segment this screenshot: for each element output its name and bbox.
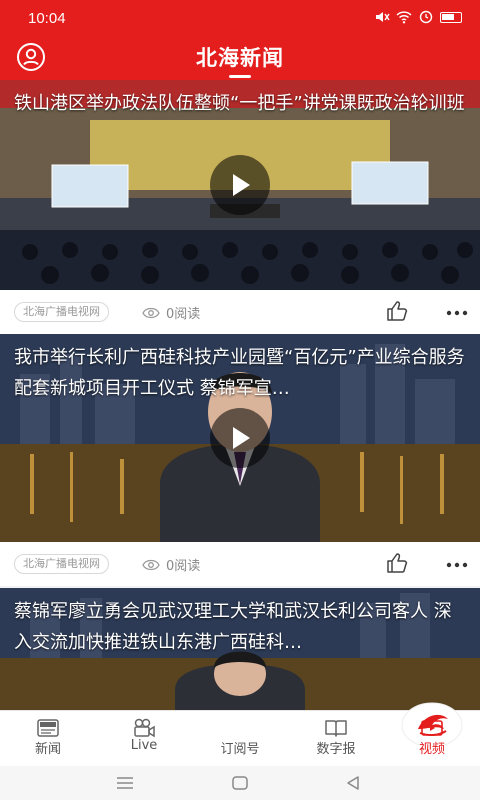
video-thumbnail[interactable]: 蔡锦军廖立勇会见武汉理工大学和武汉长利公司客人 深入交流加快推进铁山东港广西硅科…: [0, 588, 480, 710]
play-icon: [233, 174, 250, 196]
video-thumbnail[interactable]: 我市举行长利广西硅科技产业园暨“百亿元”产业综合服务配套新城项目开工仪式 蔡锦军…: [0, 334, 480, 542]
source-tag: 北海广播电视网: [14, 554, 109, 574]
tab-label: 订阅号: [220, 742, 260, 757]
play-button[interactable]: [210, 155, 270, 215]
home-nav-icon[interactable]: [231, 775, 249, 795]
play-button[interactable]: [210, 408, 270, 468]
read-count: 0阅读: [142, 555, 200, 574]
tab-video[interactable]: 视频: [384, 711, 480, 767]
mute-icon: [376, 12, 390, 22]
card-meta: 北海广播电视网 0阅读: [0, 542, 480, 586]
newspaper-icon: [37, 719, 59, 737]
tv-play-icon: [421, 717, 443, 736]
alarm-icon: [419, 10, 433, 24]
menu-nav-icon[interactable]: [116, 775, 134, 794]
eye-icon: [142, 559, 160, 570]
tab-label: 数字报: [316, 742, 356, 757]
read-count-text: 0阅读: [166, 559, 201, 574]
play-icon: [233, 427, 250, 449]
read-count: 0阅读: [142, 303, 200, 322]
status-time: 10:04: [28, 10, 66, 27]
tab-label: 新闻: [34, 742, 61, 757]
tab-subscriptions[interactable]: 订阅号: [192, 702, 463, 767]
news-feed[interactable]: 铁山港区举办政法队伍整顿“一把手”讲党课既政治轮训班 北海广播电视网 0阅读 我…: [0, 80, 480, 710]
read-count-text: 0阅读: [166, 307, 201, 322]
card-title[interactable]: 我市举行长利广西硅科技产业园暨“百亿元”产业综合服务配套新城项目开工仪式 蔡锦军…: [14, 342, 466, 404]
tab-digital-paper[interactable]: 数字报: [288, 711, 384, 767]
video-thumbnail[interactable]: 铁山港区举办政法队伍整顿“一把手”讲党课既政治轮训班: [0, 80, 480, 290]
system-nav-bar: [0, 766, 480, 800]
thumbs-up-icon[interactable]: [386, 552, 408, 574]
tab-label: Live: [130, 738, 158, 753]
card-title[interactable]: 蔡锦军廖立勇会见武汉理工大学和武汉长利公司客人 深入交流加快推进铁山东港广西硅科…: [14, 596, 466, 658]
card-meta: 北海广播电视网 0阅读: [0, 290, 480, 334]
status-icons: [374, 10, 462, 24]
battery-icon: [440, 11, 462, 23]
page-title: 北海新闻: [196, 46, 284, 70]
bottom-tab-bar: 新闻 Live 订阅号 数字报 视频: [0, 702, 480, 767]
thumbs-up-icon[interactable]: [386, 300, 408, 322]
title-indicator: [229, 75, 251, 78]
more-options-icon[interactable]: [446, 562, 468, 568]
tab-news[interactable]: 新闻: [0, 711, 96, 767]
card-title[interactable]: 铁山港区举办政法队伍整顿“一把手”讲党课既政治轮训班: [14, 88, 466, 119]
more-options-icon[interactable]: [446, 310, 468, 316]
eye-icon: [142, 307, 160, 318]
back-nav-icon[interactable]: [345, 775, 361, 795]
source-tag: 北海广播电视网: [14, 302, 109, 322]
status-bar: 10:04: [0, 0, 480, 36]
open-book-icon: [325, 720, 347, 737]
tab-label: 视频: [418, 742, 445, 757]
tab-live[interactable]: Live: [96, 711, 192, 767]
wifi-icon: [396, 11, 412, 24]
app-header: 北海新闻: [0, 36, 480, 80]
video-camera-icon: [134, 718, 155, 738]
